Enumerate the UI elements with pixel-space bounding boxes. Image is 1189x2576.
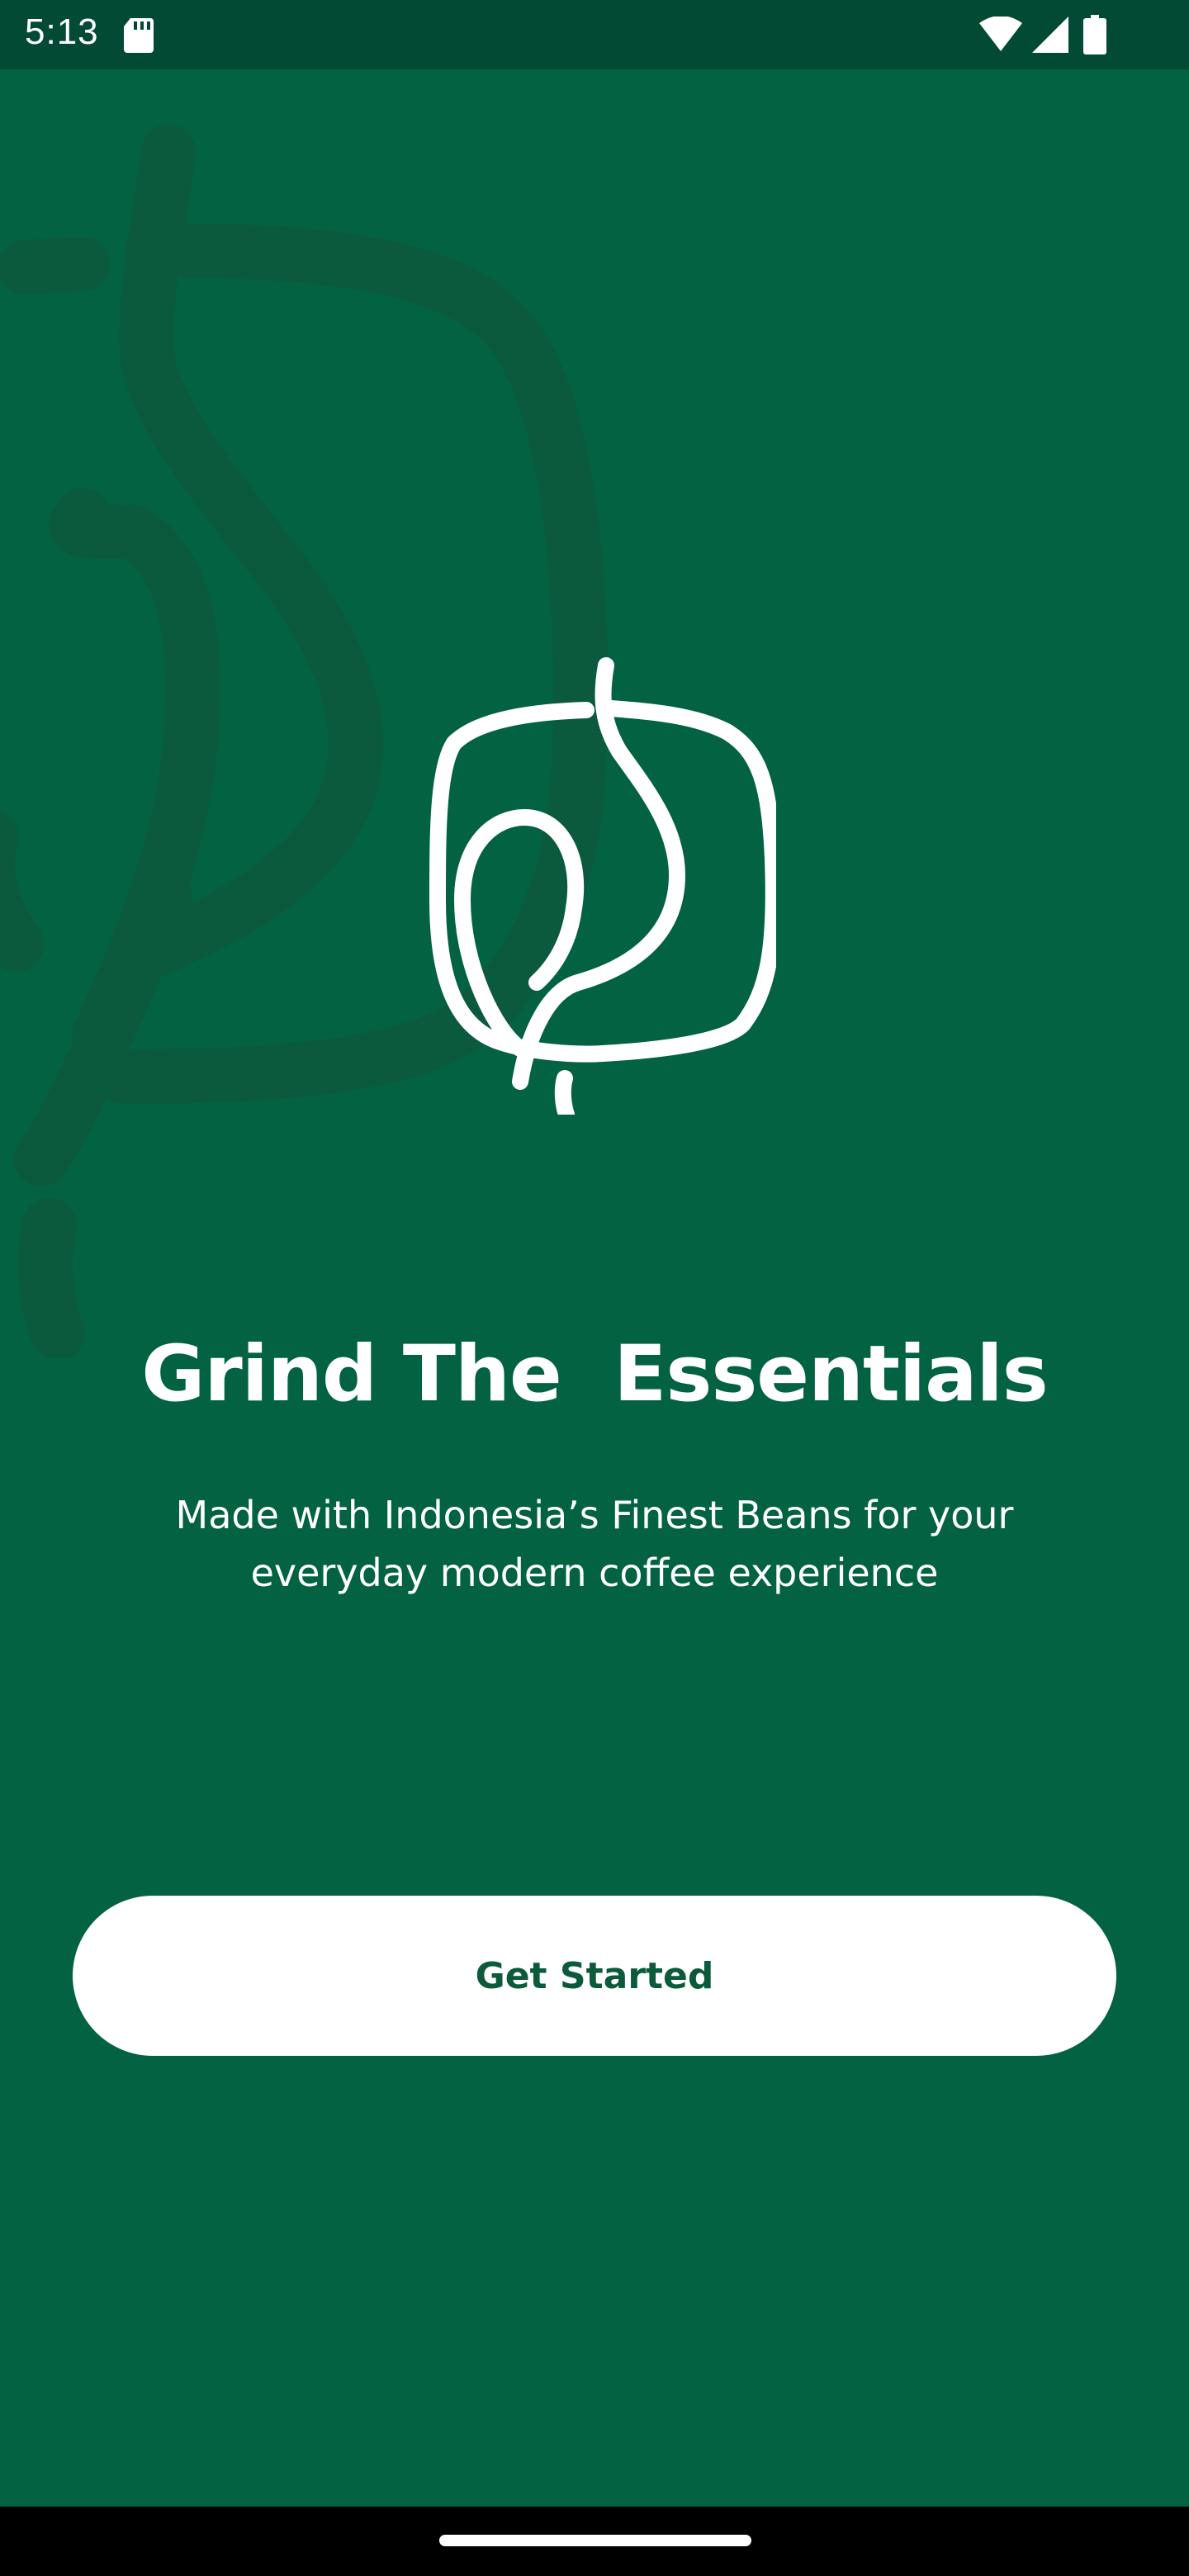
wifi-icon: [979, 17, 1022, 51]
navigation-bar: [0, 2507, 1189, 2576]
get-started-button[interactable]: Get Started: [73, 1896, 1116, 2056]
get-started-label: Get Started: [475, 1954, 714, 1997]
cellular-signal-icon: [1032, 17, 1068, 53]
home-indicator[interactable]: [439, 2535, 751, 2546]
status-bar: 5:13: [0, 0, 1189, 69]
status-time: 5:13: [25, 12, 99, 52]
battery-icon: [1083, 15, 1106, 54]
onboarding-title: Grind The Essentials: [141, 1329, 1048, 1419]
coffee-bean-logo-icon: [429, 657, 776, 1115]
onboarding-subtitle: Made with Indonesia’s Finest Beans for y…: [175, 1493, 1014, 1595]
sd-card-icon: [124, 18, 154, 53]
